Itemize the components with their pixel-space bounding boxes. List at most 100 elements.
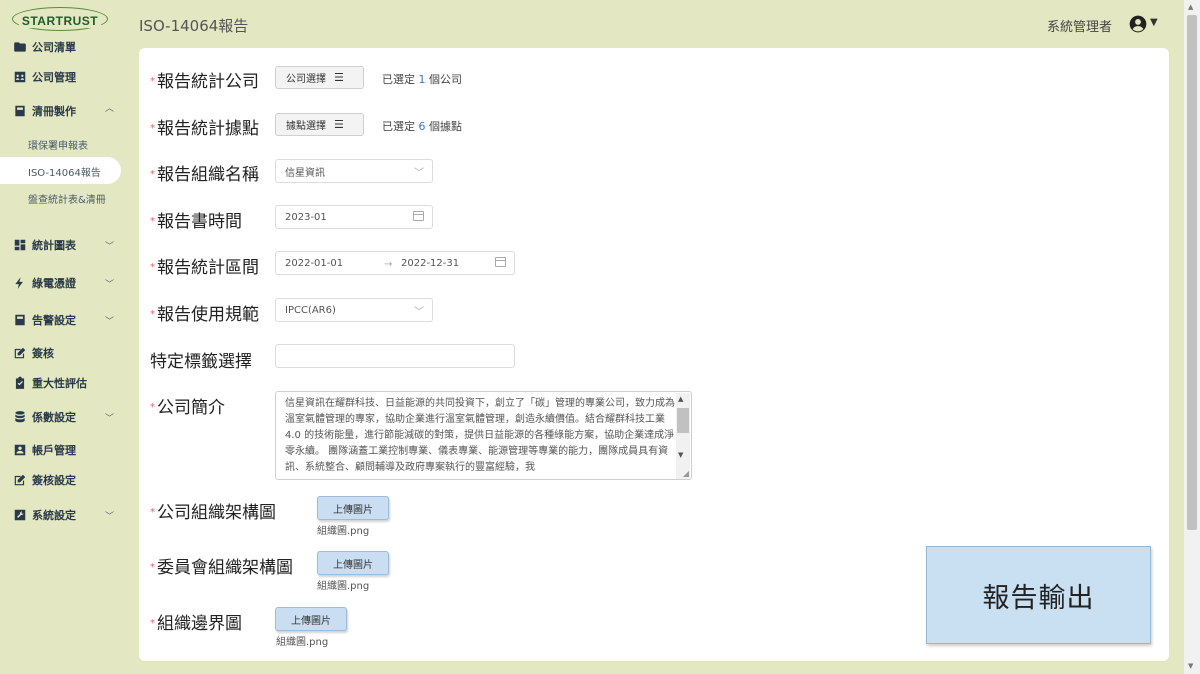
stat-range-picker[interactable]: 2022-01-01 → 2022-12-31 xyxy=(275,251,515,275)
sidebar-item-label: 係數設定 xyxy=(32,411,76,424)
sign-icon xyxy=(12,473,27,488)
list-icon: ☰ xyxy=(334,71,344,84)
boundary-chart-upload-button[interactable]: 上傳圖片 xyxy=(275,607,347,631)
sidebar-item-coefficients[interactable]: 係數設定 ﹀ xyxy=(12,408,114,426)
required-mark: * xyxy=(150,216,155,227)
committee-chart-upload-button[interactable]: 上傳圖片 xyxy=(317,551,389,575)
clipboard-check-icon xyxy=(12,376,27,391)
sidebar-item-charts[interactable]: 統計圖表 ﹀ xyxy=(12,236,114,254)
sign-icon xyxy=(12,346,27,361)
scroll-up-icon[interactable]: ▲ xyxy=(1188,3,1193,11)
book-icon xyxy=(12,104,27,119)
required-mark: * xyxy=(150,507,155,518)
lightning-icon xyxy=(12,276,27,291)
committee-chart-label: * 委員會組織架構圖 xyxy=(150,558,293,578)
contacts-icon xyxy=(12,70,27,85)
sidebar-item-system-settings[interactable]: 系統設定 ﹀ xyxy=(12,506,114,524)
range-start[interactable]: 2022-01-01 xyxy=(285,258,343,269)
site-label: * 報告統計據點 xyxy=(150,119,259,139)
account-box-icon xyxy=(12,443,27,458)
sidebar-item-sign[interactable]: 簽核 xyxy=(12,344,54,362)
site-selected-info: 已選定 6 個據點 xyxy=(382,120,462,133)
site-select-button[interactable]: 據點選擇 ☰ xyxy=(275,113,364,136)
org-chart-upload-button[interactable]: 上傳圖片 xyxy=(317,496,389,520)
folder-icon xyxy=(12,40,27,55)
range-end[interactable]: 2022-12-31 xyxy=(401,258,459,269)
sidebar-item-label: 公司管理 xyxy=(32,71,76,84)
chevron-down-icon: ﹀ xyxy=(414,168,424,179)
chevron-down-icon: ﹀ xyxy=(414,307,424,318)
company-selected-info: 已選定 1 個公司 xyxy=(382,73,462,86)
sidebar-item-materiality[interactable]: 重大性評估 xyxy=(12,374,87,392)
org-name-select[interactable]: 信星資訊 ﹀ xyxy=(275,159,433,183)
required-mark: * xyxy=(150,309,155,320)
calendar-icon xyxy=(495,257,506,267)
page-title: ISO-14064報告 xyxy=(139,17,249,35)
standard-label: * 報告使用規範 xyxy=(150,305,259,325)
org-chart-label: * 公司組織架構圖 xyxy=(150,503,276,523)
report-time-label: * 報告書時間 xyxy=(150,212,242,232)
sidebar-item-green-cert[interactable]: 綠電憑證 ﹀ xyxy=(12,274,114,292)
sidebar-item-inventory[interactable]: 清冊製作 ︿ xyxy=(12,102,114,120)
chevron-down-icon: ﹀ xyxy=(105,511,115,522)
scroll-thumb[interactable] xyxy=(677,408,689,433)
user-name[interactable]: 系統管理者 xyxy=(1047,16,1112,35)
sidebar-item-label: 簽核 xyxy=(32,347,54,360)
wrench-icon xyxy=(12,508,27,523)
page-scrollbar[interactable]: ▲ ▼ xyxy=(1184,0,1200,674)
caret-down-icon[interactable]: ▼ xyxy=(1150,17,1158,28)
resize-handle-icon[interactable]: ◢ xyxy=(683,469,689,478)
sidebar-item-sign-settings[interactable]: 簽核設定 xyxy=(12,471,76,489)
required-mark: * xyxy=(150,562,155,573)
required-mark: * xyxy=(150,262,155,273)
intro-textarea[interactable]: 信星資訊在耀群科技、日益能源的共同投資下，創立了「碳」管理的專業公司，致力成為溫… xyxy=(275,391,692,480)
committee-chart-filename: 組織圖.png xyxy=(317,581,370,592)
export-report-button[interactable]: 報告輸出 xyxy=(926,546,1151,644)
chevron-down-icon: ﹀ xyxy=(105,241,115,252)
page-scroll-thumb[interactable] xyxy=(1187,15,1197,530)
company-label: * 報告統計公司 xyxy=(150,72,259,92)
account-circle-icon[interactable] xyxy=(1128,14,1148,34)
chevron-down-icon: ﹀ xyxy=(105,279,115,290)
sidebar-item-label: 重大性評估 xyxy=(32,377,87,390)
sidebar-item-label: 綠電憑證 xyxy=(32,277,76,290)
tag-label: 特定標籤選擇 xyxy=(150,352,252,372)
boundary-chart-filename: 組織圖.png xyxy=(276,637,329,648)
list-icon: ☰ xyxy=(334,118,344,131)
sidebar: STARTRUST 公司清單 公司管理 清冊製作 ︿ 環保署申報表 ISO-14… xyxy=(0,0,122,674)
intro-label: * 公司簡介 xyxy=(150,398,225,418)
boundary-chart-label: * 組織邊界圖 xyxy=(150,614,242,634)
sidebar-item-label: 清冊製作 xyxy=(32,105,76,118)
required-mark: * xyxy=(150,618,155,629)
database-icon xyxy=(12,410,27,425)
sub-item-iso14064[interactable]: ISO-14064報告 xyxy=(0,157,121,184)
company-select-button[interactable]: 公司選擇 ☰ xyxy=(275,66,364,89)
scroll-down-icon[interactable]: ▼ xyxy=(678,451,683,459)
report-time-picker[interactable]: 2023-01 xyxy=(275,205,433,229)
sidebar-item-label: 系統設定 xyxy=(32,509,76,522)
standard-select[interactable]: IPCC(AR6) ﹀ xyxy=(275,298,433,322)
chevron-up-icon: ︿ xyxy=(105,104,115,114)
required-mark: * xyxy=(150,169,155,180)
range-arrow-icon: → xyxy=(384,259,393,270)
required-mark: * xyxy=(150,402,155,413)
sub-item-label: ISO-14064報告 xyxy=(28,168,101,179)
book-icon xyxy=(12,313,27,328)
scroll-up-icon[interactable]: ▲ xyxy=(678,395,683,403)
sidebar-item-alerts[interactable]: 告警設定 ﹀ xyxy=(12,311,114,329)
textarea-scrollbar[interactable]: ▲ ▼ xyxy=(676,393,690,479)
sidebar-item-accounts[interactable]: 帳戶管理 xyxy=(12,441,76,459)
sidebar-item-label: 公司清單 xyxy=(32,41,76,54)
sidebar-item-label: 告警設定 xyxy=(32,314,76,327)
org-name-label: * 報告組織名稱 xyxy=(150,165,259,185)
dashboard-icon xyxy=(12,238,27,253)
sub-item-epa-report[interactable]: 環保署申報表 xyxy=(28,137,88,152)
sub-item-stats-inventory[interactable]: 盤查統計表&清冊 xyxy=(28,191,106,206)
startrust-logo[interactable]: STARTRUST xyxy=(12,7,108,31)
required-mark: * xyxy=(150,123,155,134)
sidebar-item-label: 帳戶管理 xyxy=(32,444,76,457)
sidebar-item-company-list[interactable]: 公司清單 xyxy=(12,38,76,56)
tag-select[interactable] xyxy=(275,344,515,368)
scroll-down-icon[interactable]: ▼ xyxy=(1188,662,1193,670)
sidebar-item-company-manage[interactable]: 公司管理 xyxy=(12,68,76,86)
